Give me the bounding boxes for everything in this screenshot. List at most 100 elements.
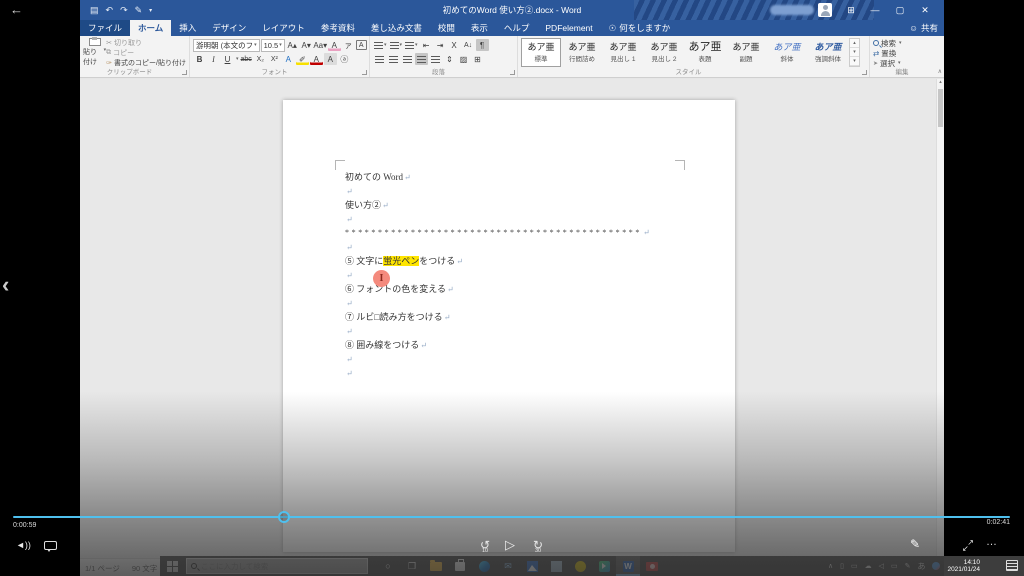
font-name-combobox[interactable]: 游明朝 (本文のフ ▾	[193, 38, 260, 52]
numbering-icon[interactable]: ▾	[389, 39, 404, 51]
align-right-icon[interactable]	[401, 53, 414, 65]
timeline-handle[interactable]	[278, 511, 290, 523]
style-title[interactable]: あア亜 表題	[685, 38, 725, 67]
line-spacing-icon[interactable]: ⇕	[443, 53, 456, 65]
green-app-button[interactable]	[592, 556, 616, 576]
character-shading-icon[interactable]: A	[323, 53, 337, 65]
file-explorer-button[interactable]	[424, 556, 448, 576]
styles-dialog-launcher-icon[interactable]	[862, 70, 867, 75]
tab-home[interactable]: ホーム	[130, 20, 172, 36]
ime-indicator[interactable]: あ	[917, 561, 925, 572]
tab-file[interactable]: ファイル	[80, 20, 131, 36]
align-center-icon[interactable]	[387, 53, 400, 65]
tray-phone-icon[interactable]: ▯	[840, 562, 844, 570]
cortana-button[interactable]: ○	[376, 556, 400, 576]
font-dialog-launcher-icon[interactable]	[362, 70, 367, 75]
strikethrough-icon[interactable]: abc	[240, 53, 253, 65]
tray-volume-icon[interactable]: ◁	[879, 562, 884, 570]
justify-icon[interactable]	[415, 53, 428, 65]
restore-button[interactable]: ▢	[889, 0, 911, 20]
styles-scroll-down-icon[interactable]: ▾	[850, 48, 859, 57]
player-back-icon[interactable]: ←	[10, 2, 23, 17]
subscript-icon[interactable]: X₂	[254, 53, 267, 65]
tell-me-box[interactable]: ☉ 何をしますか	[601, 20, 679, 36]
scrollbar-thumb[interactable]	[938, 89, 943, 127]
forward-30-button[interactable]: ↻ 30	[530, 538, 546, 554]
play-button[interactable]: ▷	[505, 537, 515, 553]
photos-button[interactable]	[520, 556, 544, 576]
cut-button[interactable]: ✂ 切り取り	[106, 38, 186, 48]
volume-icon[interactable]: ◄))	[16, 540, 31, 550]
italic-icon[interactable]: I	[207, 53, 220, 65]
yellow-app-button[interactable]	[568, 556, 592, 576]
share-button[interactable]: ☺ 共有	[909, 20, 938, 36]
paste-button[interactable]: 貼り付け ▾	[83, 37, 106, 67]
vertical-scrollbar[interactable]: ▴	[936, 79, 944, 558]
distribute-icon[interactable]	[429, 53, 442, 65]
document-area[interactable]: 初めての Word↵ ↵ 使い方②↵ ↵ *******************…	[80, 79, 936, 558]
app-button[interactable]	[544, 556, 568, 576]
mail-button[interactable]: ✉	[496, 556, 520, 576]
change-case-icon[interactable]: Aa▾	[313, 39, 327, 51]
grow-font-icon[interactable]: A▴	[286, 39, 299, 51]
ruby-icon[interactable]: ァ	[342, 39, 355, 51]
style-emphasis[interactable]: あア亜 斜体	[767, 38, 807, 67]
taskbar-search-box[interactable]	[186, 558, 368, 574]
tab-pdfelement[interactable]: PDFelement	[537, 20, 600, 36]
start-button[interactable]	[167, 560, 178, 572]
minimize-button[interactable]: —	[864, 0, 886, 20]
fullscreen-toggle-icon[interactable]: ↗ ↙	[962, 539, 974, 553]
search-input[interactable]	[201, 561, 351, 571]
superscript-icon[interactable]: X²	[268, 53, 281, 65]
styles-gallery-more-icon[interactable]: ▾	[850, 57, 859, 66]
tab-layout[interactable]: レイアウト	[254, 20, 313, 36]
style-heading2[interactable]: あア亜 見出し 2	[644, 38, 684, 67]
recorder-app-button[interactable]	[640, 556, 664, 576]
tray-cloud-icon[interactable]: ☁	[865, 562, 872, 570]
page-count[interactable]: 1/1 ページ	[85, 563, 120, 574]
show-hidden-icons[interactable]: ∧	[828, 562, 833, 570]
more-options-icon[interactable]: …	[986, 536, 998, 548]
clear-formatting-icon[interactable]: A	[328, 39, 341, 51]
player-timeline[interactable]	[13, 516, 1010, 518]
bullets-icon[interactable]: ▾	[373, 39, 388, 51]
decrease-indent-icon[interactable]: ⇤	[420, 39, 433, 51]
increase-indent-icon[interactable]: ⇥	[434, 39, 447, 51]
show-paragraph-marks-icon[interactable]: ¶	[475, 39, 489, 51]
enclose-border-icon[interactable]: A	[355, 40, 367, 50]
underline-icon[interactable]: U	[221, 53, 234, 65]
multilevel-list-icon[interactable]: ▾	[404, 39, 419, 51]
style-normal[interactable]: あア亜 標準	[521, 38, 561, 67]
tab-mailings[interactable]: 差し込み文書	[363, 20, 430, 36]
action-center-icon[interactable]	[1006, 560, 1018, 571]
collapse-ribbon-icon[interactable]: ∧	[938, 68, 942, 75]
tab-view[interactable]: 表示	[463, 20, 496, 36]
style-subtitle[interactable]: あア亜 副題	[726, 38, 766, 67]
style-no-spacing[interactable]: あア亜 行間詰め	[562, 38, 602, 67]
document-page[interactable]: 初めての Word↵ ↵ 使い方②↵ ↵ *******************…	[283, 100, 735, 552]
bold-icon[interactable]: B	[193, 53, 206, 65]
tab-design[interactable]: デザイン	[204, 20, 254, 36]
task-view-button[interactable]: ❒	[400, 556, 424, 576]
asian-layout-icon[interactable]: X	[448, 39, 461, 51]
previous-chevron-icon[interactable]: ‹	[2, 272, 9, 298]
chevron-down-icon[interactable]: ▾	[236, 56, 239, 62]
store-button[interactable]	[448, 556, 472, 576]
font-size-combobox[interactable]: 10.5 ▾	[260, 38, 285, 52]
style-intense-emphasis[interactable]: あア亜 強調斜体	[808, 38, 848, 67]
highlight-color-icon[interactable]: ✐	[296, 53, 309, 65]
ribbon-display-options-icon[interactable]: ⊞	[840, 0, 862, 20]
styles-scroll-up-icon[interactable]: ▴	[850, 39, 859, 48]
sort-icon[interactable]: A↓	[462, 39, 475, 51]
shrink-font-icon[interactable]: A▾	[300, 39, 313, 51]
tab-review[interactable]: 校閲	[430, 20, 463, 36]
taskbar-clock[interactable]: 14:10 2021/01/24	[947, 559, 980, 574]
tab-help[interactable]: ヘルプ	[496, 20, 538, 36]
find-button[interactable]: 検索 ▾	[873, 38, 931, 48]
edge-button[interactable]	[472, 556, 496, 576]
enclose-character-icon[interactable]: ⓐ	[338, 53, 351, 65]
annotate-pencil-icon[interactable]: ✎	[910, 537, 920, 551]
char-count[interactable]: 90 文字	[132, 563, 157, 574]
tab-insert[interactable]: 挿入	[171, 20, 204, 36]
tray-pen-icon[interactable]: ✎	[905, 562, 911, 570]
